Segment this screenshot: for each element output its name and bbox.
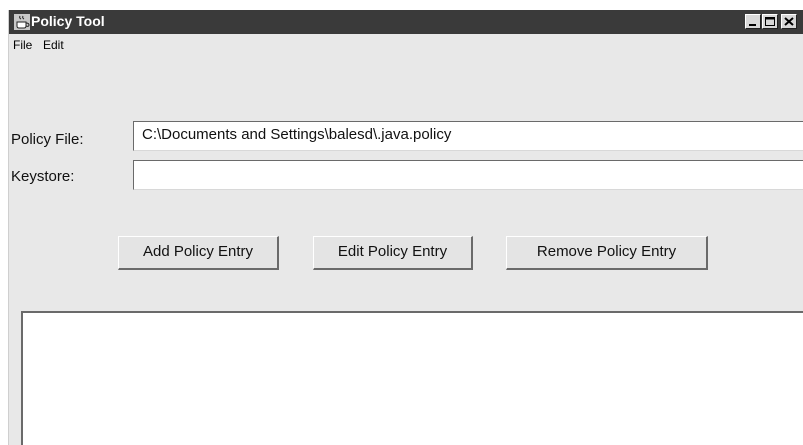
menu-bar: File Edit — [9, 34, 803, 56]
policy-file-label: Policy File: — [11, 131, 84, 148]
close-icon — [782, 17, 796, 31]
menu-edit[interactable]: Edit — [43, 38, 64, 52]
close-button[interactable] — [781, 14, 797, 29]
minimize-icon — [746, 17, 760, 31]
edit-policy-entry-button[interactable]: Edit Policy Entry — [313, 236, 473, 270]
menu-file[interactable]: File — [13, 38, 32, 52]
maximize-button[interactable] — [762, 14, 778, 29]
policy-file-field[interactable]: C:\Documents and Settings\balesd\.java.p… — [133, 121, 803, 151]
remove-policy-entry-button[interactable]: Remove Policy Entry — [506, 236, 708, 270]
keystore-label: Keystore: — [11, 168, 75, 185]
title-bar[interactable]: Policy Tool — [9, 10, 803, 34]
java-cup-icon — [14, 14, 30, 30]
window-title: Policy Tool — [31, 13, 105, 29]
policy-entries-list[interactable] — [21, 311, 803, 445]
keystore-field[interactable] — [133, 160, 803, 190]
policy-tool-window: Policy Tool File Edit Policy File: C:\Do… — [8, 10, 803, 445]
add-policy-entry-button[interactable]: Add Policy Entry — [118, 236, 279, 270]
minimize-button[interactable] — [745, 14, 761, 29]
maximize-icon — [763, 17, 777, 31]
